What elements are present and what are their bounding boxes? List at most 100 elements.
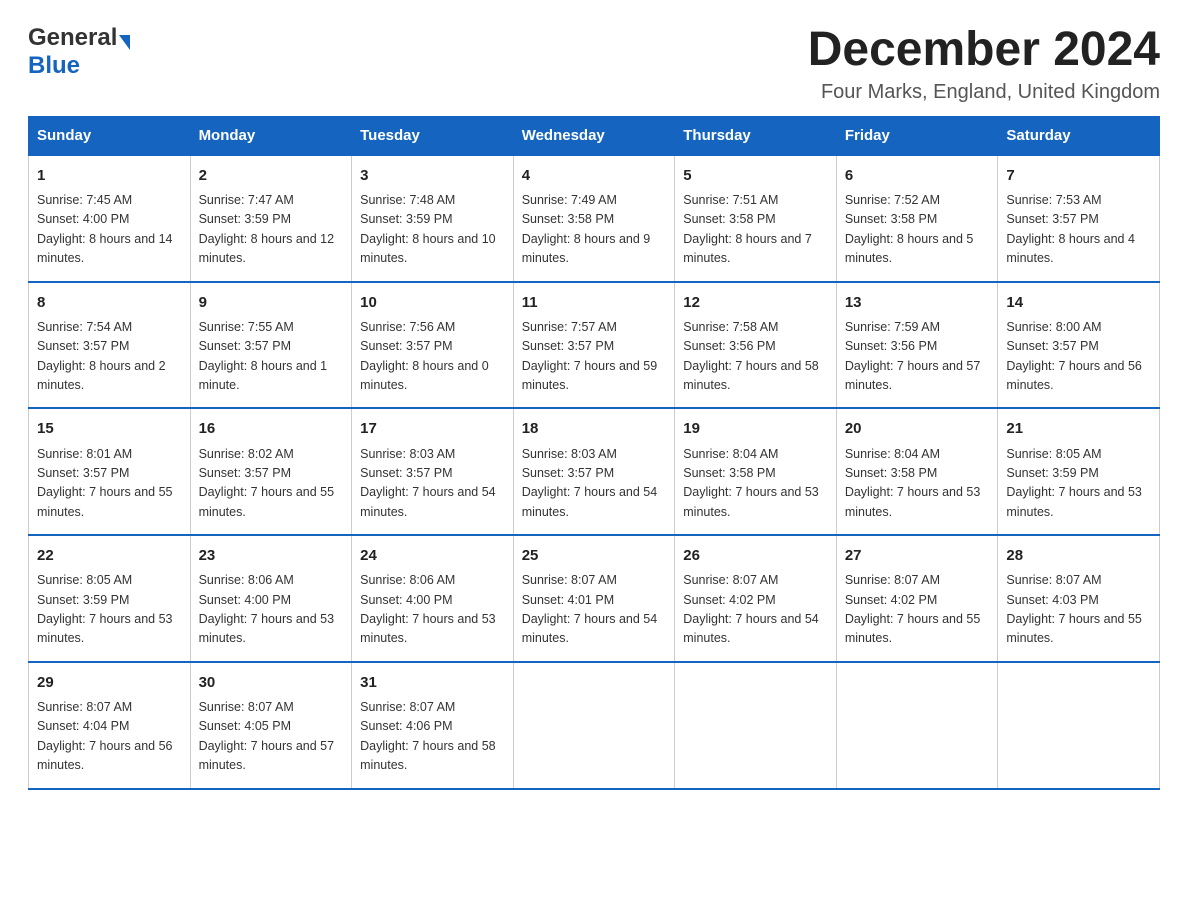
calendar-cell: 15 Sunrise: 8:01 AMSunset: 3:57 PMDaylig… <box>29 408 191 535</box>
day-sunrise: Sunrise: 8:05 AMSunset: 3:59 PMDaylight:… <box>37 573 173 645</box>
calendar-cell: 25 Sunrise: 8:07 AMSunset: 4:01 PMDaylig… <box>513 535 675 662</box>
logo-blue-text: Blue <box>28 52 80 79</box>
day-number: 29 <box>37 671 182 694</box>
day-sunrise: Sunrise: 8:07 AMSunset: 4:04 PMDaylight:… <box>37 700 173 772</box>
week-row-4: 22 Sunrise: 8:05 AMSunset: 3:59 PMDaylig… <box>29 535 1160 662</box>
day-sunrise: Sunrise: 7:59 AMSunset: 3:56 PMDaylight:… <box>845 320 981 392</box>
calendar-cell: 2 Sunrise: 7:47 AMSunset: 3:59 PMDayligh… <box>190 155 352 282</box>
day-sunrise: Sunrise: 7:51 AMSunset: 3:58 PMDaylight:… <box>683 193 812 265</box>
day-sunrise: Sunrise: 8:01 AMSunset: 3:57 PMDaylight:… <box>37 447 173 519</box>
day-sunrise: Sunrise: 7:55 AMSunset: 3:57 PMDaylight:… <box>199 320 328 392</box>
day-number: 7 <box>1006 164 1151 187</box>
day-sunrise: Sunrise: 8:03 AMSunset: 3:57 PMDaylight:… <box>360 447 496 519</box>
calendar-header-row: SundayMondayTuesdayWednesdayThursdayFrid… <box>29 116 1160 155</box>
day-number: 18 <box>522 417 667 440</box>
day-number: 31 <box>360 671 505 694</box>
day-sunrise: Sunrise: 7:58 AMSunset: 3:56 PMDaylight:… <box>683 320 819 392</box>
day-number: 26 <box>683 544 828 567</box>
calendar-cell: 28 Sunrise: 8:07 AMSunset: 4:03 PMDaylig… <box>998 535 1160 662</box>
calendar-cell: 22 Sunrise: 8:05 AMSunset: 3:59 PMDaylig… <box>29 535 191 662</box>
calendar-cell: 31 Sunrise: 8:07 AMSunset: 4:06 PMDaylig… <box>352 662 514 789</box>
day-number: 10 <box>360 291 505 314</box>
day-number: 30 <box>199 671 344 694</box>
calendar-cell: 7 Sunrise: 7:53 AMSunset: 3:57 PMDayligh… <box>998 155 1160 282</box>
day-sunrise: Sunrise: 8:07 AMSunset: 4:05 PMDaylight:… <box>199 700 335 772</box>
day-sunrise: Sunrise: 7:52 AMSunset: 3:58 PMDaylight:… <box>845 193 974 265</box>
day-number: 2 <box>199 164 344 187</box>
day-number: 8 <box>37 291 182 314</box>
day-sunrise: Sunrise: 8:07 AMSunset: 4:03 PMDaylight:… <box>1006 573 1142 645</box>
week-row-5: 29 Sunrise: 8:07 AMSunset: 4:04 PMDaylig… <box>29 662 1160 789</box>
day-sunrise: Sunrise: 8:02 AMSunset: 3:57 PMDaylight:… <box>199 447 335 519</box>
calendar-cell: 24 Sunrise: 8:06 AMSunset: 4:00 PMDaylig… <box>352 535 514 662</box>
logo-general-text: General <box>28 24 117 52</box>
logo-triangle-icon <box>119 35 130 50</box>
day-number: 5 <box>683 164 828 187</box>
calendar-cell: 9 Sunrise: 7:55 AMSunset: 3:57 PMDayligh… <box>190 282 352 409</box>
day-sunrise: Sunrise: 8:04 AMSunset: 3:58 PMDaylight:… <box>845 447 981 519</box>
day-sunrise: Sunrise: 8:03 AMSunset: 3:57 PMDaylight:… <box>522 447 658 519</box>
day-sunrise: Sunrise: 7:56 AMSunset: 3:57 PMDaylight:… <box>360 320 489 392</box>
day-sunrise: Sunrise: 7:53 AMSunset: 3:57 PMDaylight:… <box>1006 193 1135 265</box>
calendar-cell: 27 Sunrise: 8:07 AMSunset: 4:02 PMDaylig… <box>836 535 998 662</box>
page-header: General Blue December 2024 Four Marks, E… <box>28 24 1160 104</box>
calendar-cell <box>675 662 837 789</box>
day-number: 15 <box>37 417 182 440</box>
day-number: 21 <box>1006 417 1151 440</box>
day-number: 22 <box>37 544 182 567</box>
calendar-cell: 29 Sunrise: 8:07 AMSunset: 4:04 PMDaylig… <box>29 662 191 789</box>
month-year-title: December 2024 <box>808 24 1160 77</box>
header-thursday: Thursday <box>675 116 837 155</box>
day-number: 9 <box>199 291 344 314</box>
day-sunrise: Sunrise: 8:00 AMSunset: 3:57 PMDaylight:… <box>1006 320 1142 392</box>
day-number: 24 <box>360 544 505 567</box>
calendar-cell: 4 Sunrise: 7:49 AMSunset: 3:58 PMDayligh… <box>513 155 675 282</box>
day-sunrise: Sunrise: 8:07 AMSunset: 4:01 PMDaylight:… <box>522 573 658 645</box>
week-row-3: 15 Sunrise: 8:01 AMSunset: 3:57 PMDaylig… <box>29 408 1160 535</box>
header-saturday: Saturday <box>998 116 1160 155</box>
day-number: 14 <box>1006 291 1151 314</box>
calendar-cell: 30 Sunrise: 8:07 AMSunset: 4:05 PMDaylig… <box>190 662 352 789</box>
week-row-1: 1 Sunrise: 7:45 AMSunset: 4:00 PMDayligh… <box>29 155 1160 282</box>
day-number: 3 <box>360 164 505 187</box>
calendar-cell: 18 Sunrise: 8:03 AMSunset: 3:57 PMDaylig… <box>513 408 675 535</box>
day-number: 28 <box>1006 544 1151 567</box>
calendar-cell: 12 Sunrise: 7:58 AMSunset: 3:56 PMDaylig… <box>675 282 837 409</box>
header-friday: Friday <box>836 116 998 155</box>
day-number: 19 <box>683 417 828 440</box>
calendar-cell: 11 Sunrise: 7:57 AMSunset: 3:57 PMDaylig… <box>513 282 675 409</box>
day-sunrise: Sunrise: 8:06 AMSunset: 4:00 PMDaylight:… <box>360 573 496 645</box>
day-number: 17 <box>360 417 505 440</box>
header-monday: Monday <box>190 116 352 155</box>
calendar-cell: 6 Sunrise: 7:52 AMSunset: 3:58 PMDayligh… <box>836 155 998 282</box>
day-number: 16 <box>199 417 344 440</box>
day-sunrise: Sunrise: 7:47 AMSunset: 3:59 PMDaylight:… <box>199 193 335 265</box>
calendar-cell <box>513 662 675 789</box>
day-sunrise: Sunrise: 8:05 AMSunset: 3:59 PMDaylight:… <box>1006 447 1142 519</box>
calendar-cell: 21 Sunrise: 8:05 AMSunset: 3:59 PMDaylig… <box>998 408 1160 535</box>
day-sunrise: Sunrise: 7:45 AMSunset: 4:00 PMDaylight:… <box>37 193 173 265</box>
day-number: 23 <box>199 544 344 567</box>
day-sunrise: Sunrise: 7:57 AMSunset: 3:57 PMDaylight:… <box>522 320 658 392</box>
calendar-cell: 14 Sunrise: 8:00 AMSunset: 3:57 PMDaylig… <box>998 282 1160 409</box>
header-sunday: Sunday <box>29 116 191 155</box>
day-sunrise: Sunrise: 7:54 AMSunset: 3:57 PMDaylight:… <box>37 320 166 392</box>
logo: General Blue <box>28 24 130 80</box>
day-sunrise: Sunrise: 8:07 AMSunset: 4:02 PMDaylight:… <box>683 573 819 645</box>
calendar-cell: 19 Sunrise: 8:04 AMSunset: 3:58 PMDaylig… <box>675 408 837 535</box>
calendar-cell <box>836 662 998 789</box>
day-number: 13 <box>845 291 990 314</box>
day-sunrise: Sunrise: 8:06 AMSunset: 4:00 PMDaylight:… <box>199 573 335 645</box>
header-wednesday: Wednesday <box>513 116 675 155</box>
day-number: 11 <box>522 291 667 314</box>
day-sunrise: Sunrise: 7:48 AMSunset: 3:59 PMDaylight:… <box>360 193 496 265</box>
calendar-cell: 16 Sunrise: 8:02 AMSunset: 3:57 PMDaylig… <box>190 408 352 535</box>
calendar-cell: 13 Sunrise: 7:59 AMSunset: 3:56 PMDaylig… <box>836 282 998 409</box>
calendar-cell: 5 Sunrise: 7:51 AMSunset: 3:58 PMDayligh… <box>675 155 837 282</box>
day-number: 4 <box>522 164 667 187</box>
week-row-2: 8 Sunrise: 7:54 AMSunset: 3:57 PMDayligh… <box>29 282 1160 409</box>
day-number: 12 <box>683 291 828 314</box>
day-sunrise: Sunrise: 8:07 AMSunset: 4:02 PMDaylight:… <box>845 573 981 645</box>
calendar-cell: 26 Sunrise: 8:07 AMSunset: 4:02 PMDaylig… <box>675 535 837 662</box>
calendar-cell: 10 Sunrise: 7:56 AMSunset: 3:57 PMDaylig… <box>352 282 514 409</box>
